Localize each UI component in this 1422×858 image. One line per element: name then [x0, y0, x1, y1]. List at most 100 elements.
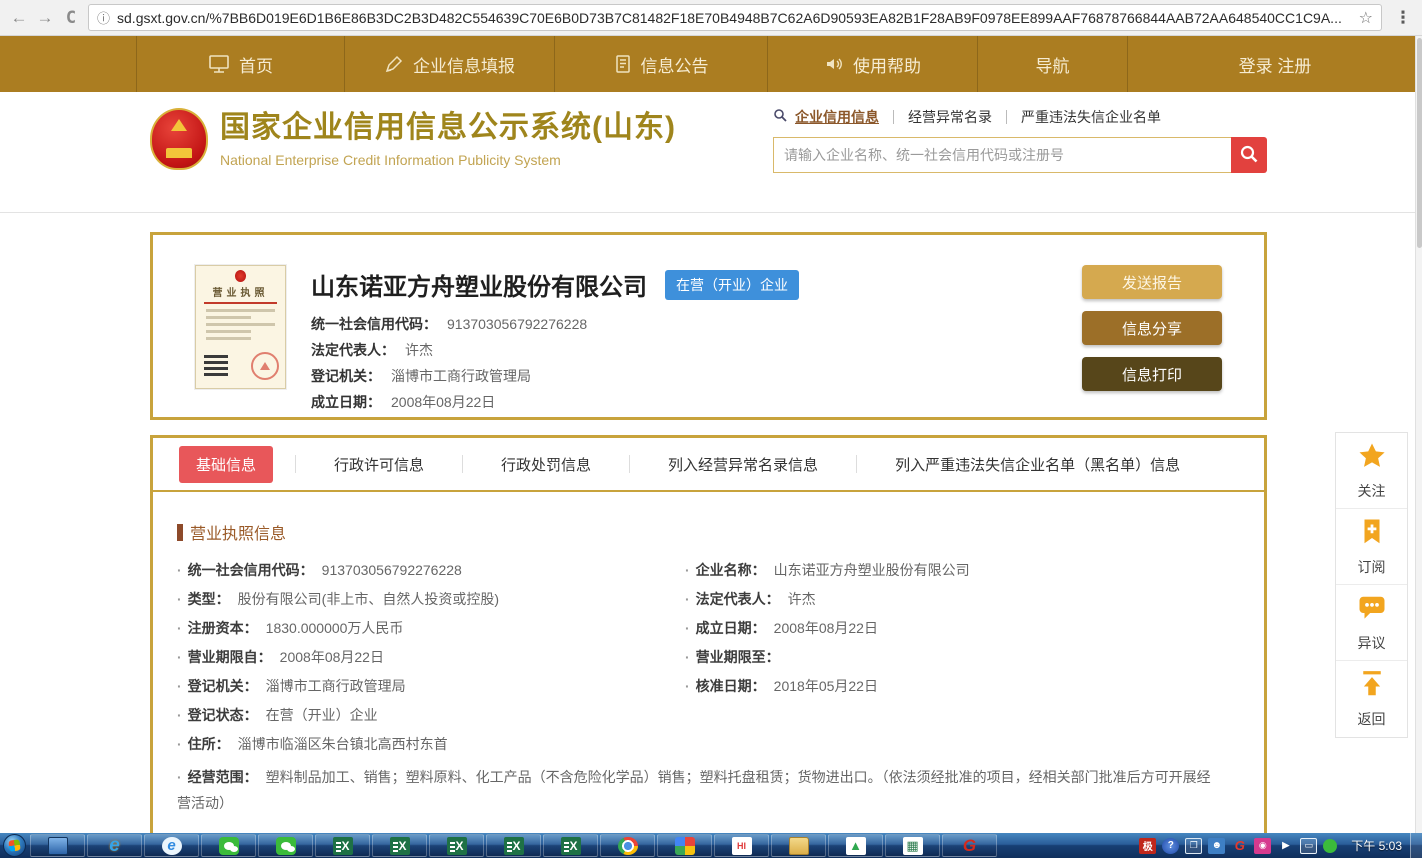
taskbar-app-hi[interactable]	[714, 834, 769, 857]
section-title: 营业执照信息	[177, 520, 1264, 544]
nav-item-help[interactable]: 使用帮助	[768, 36, 978, 92]
license-qr-code	[204, 352, 228, 376]
browser-forward-icon[interactable]	[32, 5, 58, 31]
subscribe-icon	[1357, 517, 1387, 552]
star-icon	[1356, 441, 1388, 476]
network-icon[interactable]	[1300, 838, 1317, 854]
nav-item-navigation[interactable]: 导航	[978, 36, 1128, 92]
taskbar-app-folder[interactable]	[771, 834, 826, 857]
search-input[interactable]	[773, 137, 1231, 173]
excel-icon	[561, 837, 581, 855]
tab-blacklist[interactable]: 列入严重违法失信企业名单（黑名单）信息	[856, 455, 1218, 473]
search-link-abnormal-list[interactable]: 经营异常名录	[908, 107, 992, 127]
taskbar-app-ie[interactable]	[87, 834, 142, 857]
nav-spacer	[0, 36, 137, 92]
taskbar-app-excel-4[interactable]	[486, 834, 541, 857]
share-info-button[interactable]: 信息分享	[1082, 311, 1222, 345]
excel-icon	[333, 837, 353, 855]
scrollbar-thumb[interactable]	[1417, 38, 1422, 248]
tray-g-icon[interactable]	[1231, 838, 1248, 854]
bulletin-icon	[614, 54, 632, 74]
taskbar-app-bank[interactable]	[885, 834, 940, 857]
excel-icon	[390, 837, 410, 855]
tray-restore-window-icon[interactable]	[1185, 838, 1202, 854]
info-row: 统一社会信用代码：913703056792276228	[177, 556, 685, 585]
site-subtitle: National Enterprise Credit Information P…	[220, 152, 676, 168]
info-row: 登记机关：淄博市工商行政管理局	[177, 672, 685, 701]
address-bar[interactable]: sd.gsxt.gov.cn/%7BB6D019E6D1B6E86B3DC2B3…	[88, 4, 1382, 31]
search-icon	[1239, 144, 1259, 167]
nav-item-announcement[interactable]: 信息公告	[555, 36, 768, 92]
tab-basic-info[interactable]: 基础信息	[179, 446, 273, 483]
tray-wechat-icon[interactable]	[1323, 839, 1337, 853]
taskbar-clock[interactable]: 下午 5:03	[1351, 837, 1402, 854]
taskbar-app-wechat-1[interactable]	[201, 834, 256, 857]
page-scrollbar[interactable]	[1415, 36, 1422, 833]
sidebar-item-back-to-top[interactable]: 返回	[1336, 661, 1407, 737]
tab-administrative-license[interactable]: 行政许可信息	[295, 455, 462, 473]
show-desktop-button[interactable]	[1410, 833, 1422, 858]
dispute-icon	[1356, 593, 1388, 628]
nav-item-label: 企业信息填报	[413, 52, 515, 77]
divider	[1006, 110, 1007, 124]
g-app-icon	[960, 837, 980, 855]
info-row: 注册资本：1830.000000万人民币	[177, 614, 685, 643]
monitor-icon	[208, 54, 230, 74]
search-link-blacklist[interactable]: 严重违法失信企业名单	[1021, 107, 1161, 127]
chrome-icon	[618, 837, 638, 855]
taskbar-app-chrome[interactable]	[600, 834, 655, 857]
info-row: 营业期限自：2008年08月22日	[177, 643, 685, 672]
company-field-row: 法定代表人： 许杰	[311, 340, 799, 366]
nav-item-report[interactable]: 企业信息填报	[345, 36, 555, 92]
company-summary-card: 营业执照 山东诺亚方舟塑业股份有限公司 在营（开业）企业 统一社会信用代码： 9…	[150, 232, 1267, 420]
tray-ji-app-icon[interactable]	[1139, 838, 1156, 854]
nav-item-login-register[interactable]: 登录 注册	[1128, 36, 1422, 92]
url-text: sd.gsxt.gov.cn/%7BB6D019E6D1B6E86B3DC2B3…	[117, 10, 1359, 26]
print-info-button[interactable]: 信息打印	[1082, 357, 1222, 391]
info-row: 核准日期：2018年05月22日	[685, 672, 1240, 701]
search-button[interactable]	[1231, 137, 1267, 173]
nav-item-label: 信息公告	[641, 52, 709, 77]
license-emblem-icon	[235, 270, 246, 282]
taskbar-app-drive[interactable]	[828, 834, 883, 857]
hi-app-icon	[732, 837, 752, 855]
volume-icon[interactable]	[1277, 838, 1294, 854]
sidebar-item-follow[interactable]: 关注	[1336, 433, 1407, 509]
nav-item-home[interactable]: 首页	[137, 36, 345, 92]
send-report-button[interactable]: 发送报告	[1082, 265, 1222, 299]
start-button[interactable]	[3, 834, 26, 857]
tray-user-icon[interactable]	[1208, 838, 1225, 854]
browser-back-icon[interactable]	[6, 5, 32, 31]
info-row: 企业名称：山东诺亚方舟塑业股份有限公司	[685, 556, 1240, 585]
sidebar-item-dispute[interactable]: 异议	[1336, 585, 1407, 661]
business-license-thumbnail[interactable]: 营业执照	[195, 265, 286, 389]
taskbar-app-red-g[interactable]	[942, 834, 997, 857]
browser-reload-icon[interactable]	[58, 5, 84, 31]
nav-item-label: 登录 注册	[1239, 52, 1312, 77]
company-field-row: 登记机关： 淄博市工商行政管理局	[311, 366, 799, 392]
excel-icon	[504, 837, 524, 855]
license-info-grid: 统一社会信用代码：913703056792276228 企业名称：山东诺亚方舟塑…	[153, 544, 1264, 821]
taskbar-app-excel-3[interactable]	[429, 834, 484, 857]
browser-menu-icon[interactable]	[1390, 5, 1416, 31]
tray-help-icon[interactable]	[1162, 838, 1179, 854]
divider	[893, 110, 894, 124]
windows-taskbar: 下午 5:03	[0, 833, 1422, 858]
tab-abnormal-operation[interactable]: 列入经营异常名录信息	[629, 455, 856, 473]
search-link-credit-info[interactable]: 企业信用信息	[795, 107, 879, 127]
license-title: 营业执照	[196, 284, 285, 299]
wechat-icon	[276, 837, 296, 855]
taskbar-app-excel-2[interactable]	[372, 834, 427, 857]
taskbar-app-desktop[interactable]	[30, 834, 85, 857]
taskbar-app-excel-1[interactable]	[315, 834, 370, 857]
tab-administrative-penalty[interactable]: 行政处罚信息	[462, 455, 629, 473]
bookmark-star-icon[interactable]	[1359, 8, 1373, 28]
page-info-icon[interactable]	[97, 8, 110, 28]
tray-camera-icon[interactable]	[1254, 838, 1271, 854]
taskbar-app-ie-window[interactable]	[144, 834, 199, 857]
taskbar-app-photos[interactable]	[657, 834, 712, 857]
taskbar-app-excel-5[interactable]	[543, 834, 598, 857]
search-category-icon	[773, 108, 788, 126]
taskbar-app-wechat-2[interactable]	[258, 834, 313, 857]
sidebar-item-subscribe[interactable]: 订阅	[1336, 509, 1407, 585]
